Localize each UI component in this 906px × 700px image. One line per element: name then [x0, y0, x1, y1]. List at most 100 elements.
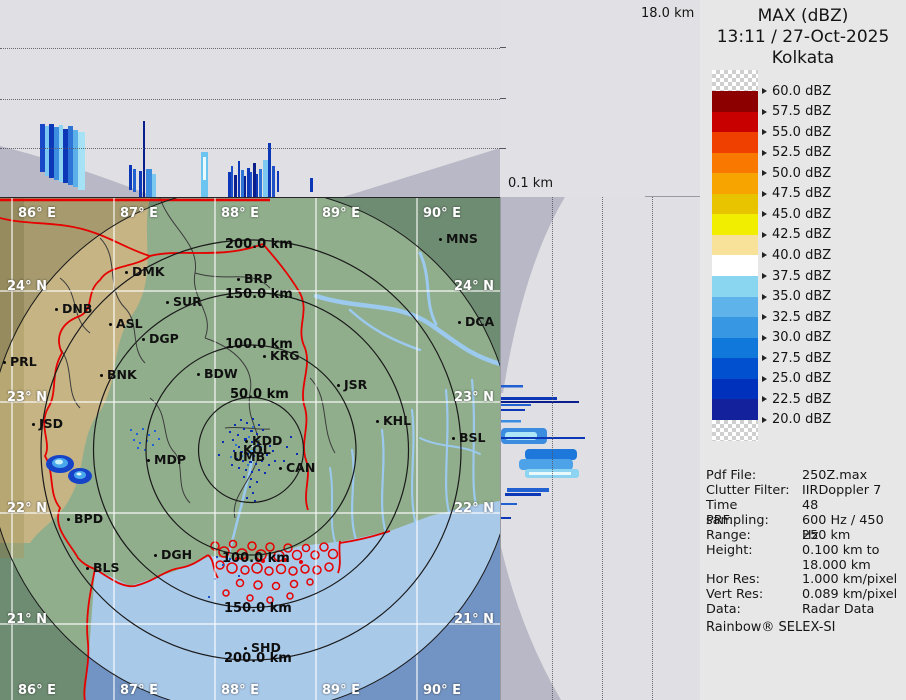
- legend-entry-label: 35.0 dBZ: [772, 289, 832, 305]
- legend-band: [712, 111, 758, 133]
- legend-band: [712, 358, 758, 379]
- station-dot: [458, 321, 461, 324]
- station-dot: [237, 278, 240, 281]
- legend-arrow-icon: [762, 334, 767, 341]
- info-row: Vert Res: 0.089 km/pixel: [706, 587, 904, 603]
- station-dot: [154, 554, 157, 557]
- station-dot: [263, 355, 266, 358]
- station-label: DNB: [62, 301, 93, 316]
- legend-entry: 30.0 dBZ: [762, 329, 831, 347]
- station-label: BPD: [74, 511, 104, 526]
- longitude-label: 89° E: [322, 683, 360, 698]
- legend-arrow-icon: [762, 211, 767, 218]
- axis-max-height-label: 18.0 km: [641, 6, 695, 21]
- legend-entry-label: 57.5 dBZ: [772, 104, 832, 120]
- legend-arrow-icon: [762, 88, 767, 94]
- legend-band: [712, 296, 758, 318]
- legend-arrow-icon: [762, 273, 767, 280]
- echo-bars: [501, 385, 585, 519]
- legend-arrow-icon: [762, 252, 767, 259]
- radar-display: 18.0 km 0.1 km 86° E 86° E 87° E 87° E 8…: [0, 0, 906, 700]
- legend-arrow-icon: [762, 293, 767, 300]
- legend-band: [712, 234, 758, 256]
- latitude-label: 23° N: [7, 390, 47, 405]
- station-dot: [147, 459, 150, 462]
- station-dot: [125, 271, 128, 274]
- latitude-label: 24° N: [454, 279, 494, 294]
- range-ring-label: 150.0 km: [225, 287, 293, 302]
- legend-arrow-icon: [762, 190, 767, 197]
- height-gridline: [552, 197, 553, 700]
- longitude-label: 88° E: [221, 683, 259, 698]
- station-dot: [32, 423, 35, 426]
- right-profile-graphics: [501, 197, 585, 700]
- product-title: MAX (dBZ): [757, 6, 849, 26]
- height-gridline: [0, 99, 500, 100]
- height-gridline: [0, 148, 500, 149]
- info-value: 0.089 km/pixel: [802, 587, 898, 602]
- info-row: Height: 0.100 km to 18.000 km: [706, 543, 904, 574]
- legend-entry: 45.0 dBZ: [762, 205, 831, 223]
- latitude-label: 23° N: [454, 390, 494, 405]
- legend-entry: 35.0 dBZ: [762, 288, 831, 306]
- legend-band: [712, 91, 758, 112]
- legend-entry: 57.5 dBZ: [762, 103, 831, 121]
- station-dot: [100, 374, 103, 377]
- info-value: IIRDoppler 7: [802, 483, 882, 498]
- station-dot: [109, 323, 112, 326]
- station-label: KHL: [383, 413, 412, 428]
- axis-tick: [500, 47, 506, 48]
- height-gridline: [652, 197, 653, 700]
- station-label: DGP: [149, 331, 179, 346]
- legend-entry: 60.0 dBZ: [762, 82, 831, 100]
- station-label: JSD: [39, 416, 64, 431]
- legend-band: [712, 152, 758, 174]
- station-dot: [55, 308, 58, 311]
- site-name: Kolkata: [771, 48, 835, 68]
- legend-entry: 47.5 dBZ: [762, 185, 831, 203]
- station-label: BLS: [93, 560, 120, 575]
- legend-entry-label: 55.0 dBZ: [772, 124, 832, 140]
- latitude-label: 22° N: [7, 501, 47, 516]
- legend-checker-bottom: [712, 420, 758, 441]
- station-label: JSR: [344, 377, 368, 392]
- longitude-label: 90° E: [423, 206, 461, 221]
- station-dot: [279, 467, 282, 470]
- legend-entry: 37.5 dBZ: [762, 267, 831, 285]
- info-value: Radar Data: [802, 602, 875, 617]
- station-dot: [439, 238, 442, 241]
- station-dot: [142, 338, 145, 341]
- info-row: Data: Radar Data: [706, 602, 904, 618]
- legend-band: [712, 255, 758, 277]
- longitude-label: 87° E: [120, 206, 158, 221]
- legend-entry-label: 42.5 dBZ: [772, 227, 832, 243]
- station-label: BNK: [107, 367, 137, 382]
- station-label: DMK: [132, 264, 165, 279]
- radar-map: 86° E 86° E 87° E 87° E 88° E 88° E 89° E 89° E…: [0, 197, 500, 700]
- longitude-label: 86° E: [18, 206, 56, 221]
- range-ring-label: 50.0 km: [230, 387, 289, 402]
- legend-band: [712, 173, 758, 194]
- legend-band: [712, 337, 758, 359]
- product-timestamp: 13:11 / 27-Oct-2025: [716, 27, 890, 47]
- station-label: ASL: [116, 316, 143, 331]
- station-label: SHD: [251, 640, 281, 655]
- legend-entry: 42.5 dBZ: [762, 226, 831, 244]
- station-label: UMB: [233, 449, 266, 464]
- info-value: 0.100 km to 18.000 km: [802, 543, 880, 573]
- axis-tick: [500, 148, 506, 149]
- station-label: BSL: [459, 430, 486, 445]
- station-label: PRL: [10, 354, 37, 369]
- info-row: Pdf File: 250Z.max: [706, 468, 904, 484]
- legend-entry: 40.0 dBZ: [762, 246, 831, 264]
- latitude-label: 21° N: [454, 612, 494, 627]
- station-dot: [244, 647, 247, 650]
- info-row: Clutter Filter: IIRDoppler 7: [706, 483, 904, 499]
- info-label: Hor Res:: [706, 572, 760, 587]
- info-label: Pdf File:: [706, 468, 757, 483]
- height-gridline: [602, 197, 603, 700]
- copyright-footer: Rainbow® SELEX-SI: [706, 620, 836, 635]
- station-label: MDP: [154, 452, 186, 467]
- info-label: Data:: [706, 602, 741, 617]
- station-label: MNS: [446, 231, 478, 246]
